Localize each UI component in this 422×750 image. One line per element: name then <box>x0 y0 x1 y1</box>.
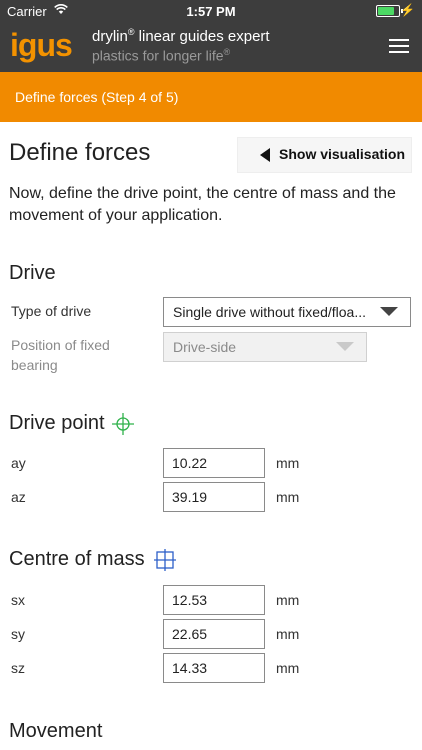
sz-unit: mm <box>276 660 300 676</box>
type-of-drive-label: Type of drive <box>11 303 92 319</box>
app-subtitle: plastics for longer life® <box>92 47 231 64</box>
type-of-drive-select[interactable]: Single drive without fixed/floa... <box>163 297 411 327</box>
ay-input[interactable]: 10.22 <box>163 448 265 478</box>
centre-of-mass-heading: Centre of mass <box>9 548 145 570</box>
ay-label: ay <box>11 455 26 471</box>
sz-input[interactable]: 14.33 <box>163 653 265 683</box>
play-left-icon <box>260 148 270 162</box>
position-of-fixed-bearing-label: Position of fixed bearing <box>11 337 110 373</box>
crosshair-icon <box>112 413 134 435</box>
az-label: az <box>11 489 26 505</box>
movement-heading: Movement <box>9 720 103 742</box>
status-bar: Carrier 1:57 PM ⚡ <box>0 0 422 22</box>
app-header: igus drylin® linear guides expert plasti… <box>0 22 422 72</box>
show-visualisation-label: Show visualisation <box>279 146 406 162</box>
sz-label: sz <box>11 660 25 676</box>
drive-point-heading: Drive point <box>9 412 105 434</box>
sx-unit: mm <box>276 592 300 608</box>
az-unit: mm <box>276 489 300 505</box>
sy-input[interactable]: 22.65 <box>163 619 265 649</box>
charging-icon: ⚡ <box>400 3 415 17</box>
step-label: Define forces (Step 4 of 5) <box>15 89 179 105</box>
type-of-drive-value: Single drive without fixed/floa... <box>173 304 366 320</box>
intro-text: Now, define the drive point, the centre … <box>9 185 396 224</box>
clock: 1:57 PM <box>186 4 236 19</box>
centre-of-mass-icon <box>154 549 176 571</box>
position-of-fixed-bearing-select: Drive-side <box>163 332 367 362</box>
az-input[interactable]: 39.19 <box>163 482 265 512</box>
sx-label: sx <box>11 592 25 608</box>
show-visualisation-button[interactable]: Show visualisation <box>237 137 412 173</box>
hamburger-menu-icon[interactable] <box>389 39 409 55</box>
sy-unit: mm <box>276 626 300 642</box>
chevron-down-icon <box>336 342 354 351</box>
chevron-down-icon <box>380 307 398 316</box>
app-title: drylin® linear guides expert <box>92 27 270 45</box>
igus-logo[interactable]: igus <box>10 29 73 61</box>
battery-icon <box>376 5 403 17</box>
sx-input[interactable]: 12.53 <box>163 585 265 615</box>
page-title: Define forces <box>9 139 151 166</box>
position-of-fixed-bearing-value: Drive-side <box>173 339 237 355</box>
drive-heading: Drive <box>9 262 56 284</box>
step-bar: Define forces (Step 4 of 5) <box>0 72 422 122</box>
ay-unit: mm <box>276 455 300 471</box>
sy-label: sy <box>11 626 25 642</box>
